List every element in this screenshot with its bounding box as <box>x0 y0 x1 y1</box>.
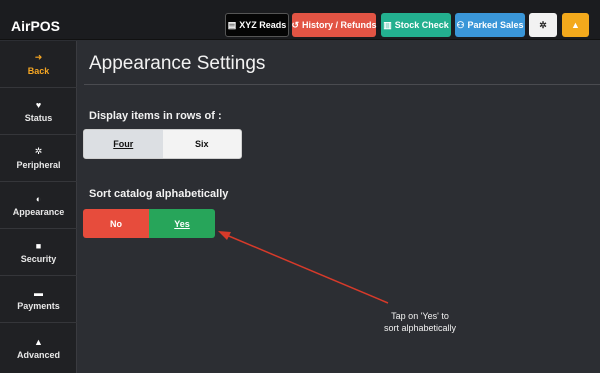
annotation-line-1: Tap on 'Yes' to <box>391 311 449 321</box>
annotation-line-2: sort alphabetically <box>383 323 457 333</box>
annotation-arrow-line <box>223 233 389 304</box>
annotation-arrow <box>218 231 389 304</box>
annotation-text: Tap on 'Yes' to sort alphabetically <box>360 310 480 334</box>
annotation-arrow-head <box>218 231 231 240</box>
